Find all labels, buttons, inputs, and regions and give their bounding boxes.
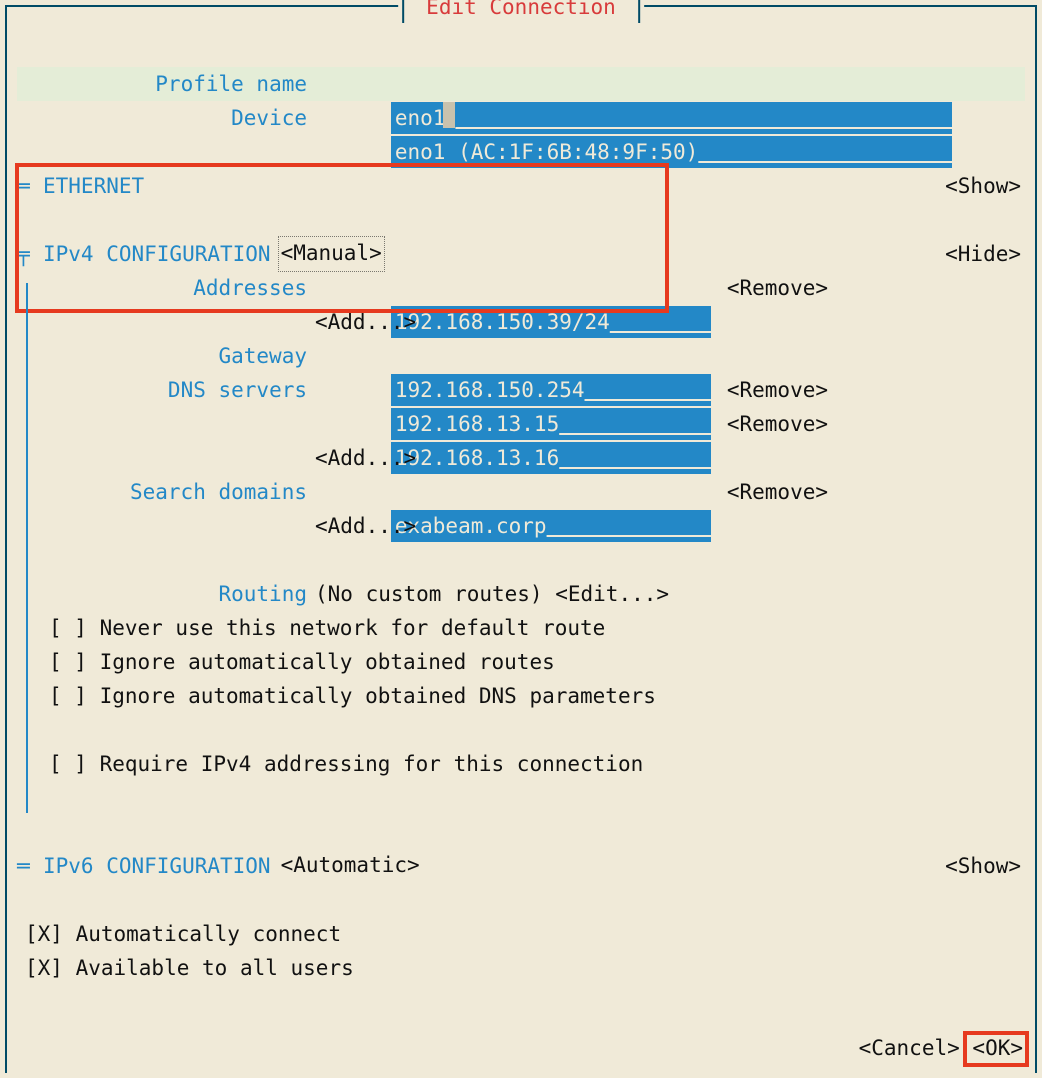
ipv4-search-remove-0[interactable]: <Remove>: [711, 475, 828, 509]
ipv4-cb-2[interactable]: [ ] Ignore automatically obtained DNS pa…: [17, 679, 1025, 713]
expand-icon: ╤: [17, 237, 43, 271]
ipv4-mode-select[interactable]: <Manual>: [279, 237, 384, 271]
ipv4-search-input-0[interactable]: exabeam.corp: [391, 510, 711, 542]
ethernet-show-button[interactable]: <Show>: [945, 169, 1025, 203]
ok-button[interactable]: <OK>: [972, 1036, 1023, 1060]
edit-connection-dialog: Edit Connection Profile name eno1 Device…: [5, 5, 1037, 1073]
ipv4-addresses-row: Addresses 192.168.150.39/24 <Remove>: [17, 271, 1025, 305]
ipv4-dns-remove-1[interactable]: <Remove>: [711, 407, 828, 441]
ipv4-gateway-row: Gateway 192.168.150.254: [17, 339, 1025, 373]
ethernet-label: ETHERNET: [43, 169, 144, 203]
ipv4-dns-label: DNS servers: [17, 373, 315, 407]
ipv4-cb-3[interactable]: [ ] Require IPv4 addressing for this con…: [17, 747, 1025, 781]
global-cb-1[interactable]: [X] Available to all users: [17, 951, 1025, 985]
ipv6-show-button[interactable]: <Show>: [945, 849, 1025, 883]
ipv4-routing-edit-button[interactable]: <Edit...>: [555, 582, 669, 606]
ipv6-section: ═ IPv6 CONFIGURATION <Automatic> <Show>: [17, 849, 1025, 883]
ipv4-dns-input-1[interactable]: 192.168.13.16: [391, 442, 711, 474]
ipv4-address-input-0[interactable]: 192.168.150.39/24: [391, 306, 711, 338]
ipv4-dns-add-button[interactable]: <Add...>: [315, 441, 416, 475]
ethernet-section: ═ ETHERNET <Show>: [17, 169, 1025, 203]
cancel-button[interactable]: <Cancel>: [859, 1036, 960, 1060]
ipv4-cb-1[interactable]: [ ] Ignore automatically obtained routes: [17, 645, 1025, 679]
collapse-icon: ═: [17, 849, 43, 883]
ipv4-cb-0[interactable]: [ ] Never use this network for default r…: [17, 611, 1025, 645]
ipv4-dns-row-1: 192.168.13.16 <Remove>: [17, 407, 1025, 441]
ipv4-routing-value: (No custom routes): [315, 582, 543, 606]
ipv4-addresses-label: Addresses: [17, 271, 315, 305]
ipv4-search-label: Search domains: [17, 475, 315, 509]
ipv4-hide-button[interactable]: <Hide>: [945, 237, 1025, 271]
ipv4-dns-row-0: DNS servers 192.168.13.15 <Remove>: [17, 373, 1025, 407]
ipv4-routing-row: Routing (No custom routes) <Edit...>: [17, 577, 1025, 611]
ipv6-mode-select[interactable]: <Automatic>: [279, 849, 422, 883]
profile-name-row: Profile name eno1: [17, 67, 1025, 101]
dialog-buttons: <Cancel> <OK>: [859, 1031, 1023, 1065]
tree-line-ipv4: [26, 283, 28, 813]
profile-name-label: Profile name: [17, 67, 315, 101]
device-label: Device: [17, 101, 315, 135]
dialog-title: Edit Connection: [402, 0, 640, 23]
ipv6-label: IPv6 CONFIGURATION: [43, 849, 271, 883]
ipv4-search-row-0: Search domains exabeam.corp <Remove>: [17, 475, 1025, 509]
collapse-icon: ═: [17, 169, 43, 203]
ipv4-routing-label: Routing: [17, 577, 315, 611]
ipv4-dns-remove-0[interactable]: <Remove>: [711, 373, 828, 407]
device-input[interactable]: eno1 (AC:1F:6B:48:9F:50): [391, 136, 952, 168]
ipv4-section: ╤ IPv4 CONFIGURATION <Manual> <Hide>: [17, 237, 1025, 271]
ipv4-address-remove-0[interactable]: <Remove>: [711, 271, 828, 305]
global-cb-0[interactable]: [X] Automatically connect: [17, 917, 1025, 951]
dialog-title-wrap: Edit Connection: [398, 0, 644, 23]
ipv4-search-add-button[interactable]: <Add...>: [315, 509, 416, 543]
ipv4-gateway-label: Gateway: [17, 339, 315, 373]
ipv4-address-add-button[interactable]: <Add...>: [315, 305, 416, 339]
device-row: Device eno1 (AC:1F:6B:48:9F:50): [17, 101, 1025, 135]
ipv4-label: IPv4 CONFIGURATION: [43, 237, 271, 271]
